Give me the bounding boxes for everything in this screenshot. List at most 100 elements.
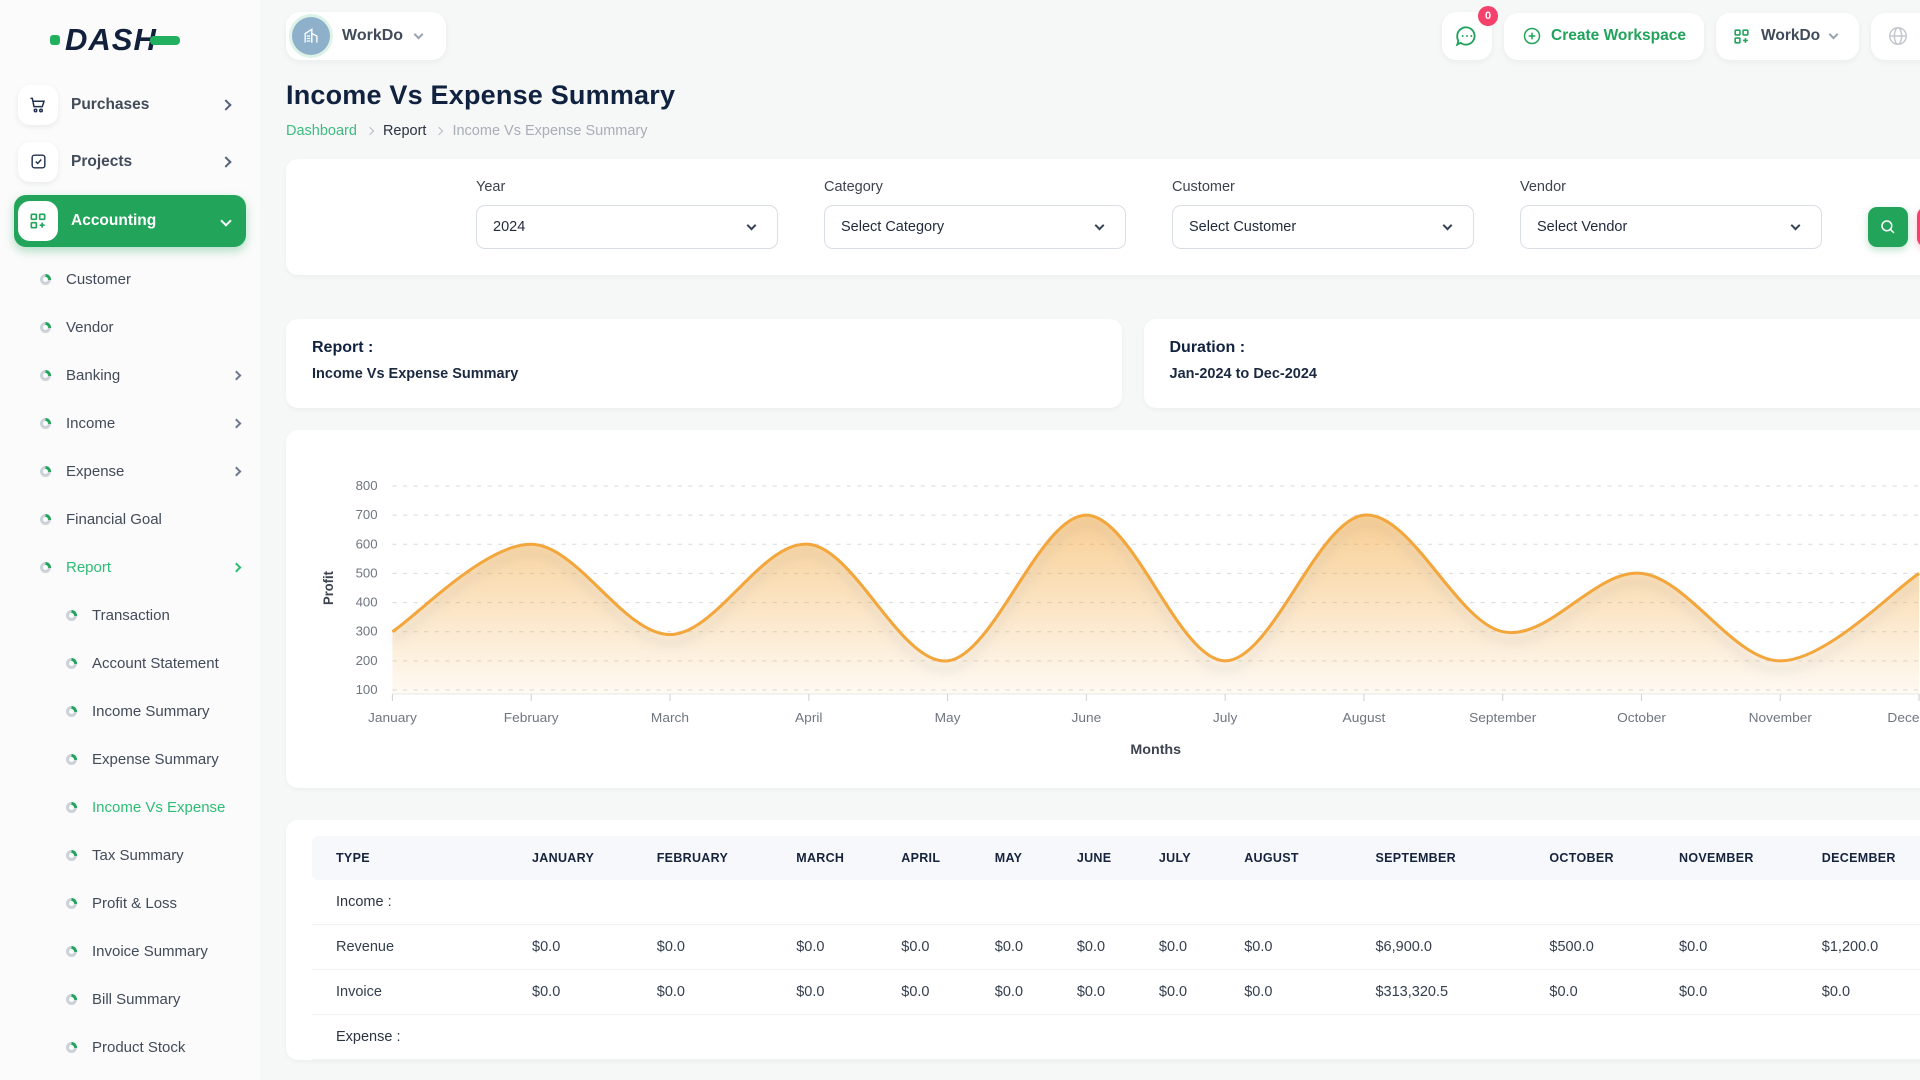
sidebar-item-expense[interactable]: Expense bbox=[14, 447, 246, 495]
table-row: Revenue$0.0$0.0$0.0$0.0$0.0$0.0$0.0$0.0$… bbox=[312, 925, 1920, 970]
bullet-icon bbox=[66, 658, 77, 669]
value-cell: $0.0 bbox=[786, 970, 891, 1015]
sidebar-item-vendor[interactable]: Vendor bbox=[14, 303, 246, 351]
chart-card: 100200300400500600700800JanuaryFebruaryM… bbox=[286, 430, 1920, 788]
chevron-right-icon bbox=[232, 418, 242, 428]
y-tick-label: 100 bbox=[356, 682, 378, 697]
year-select[interactable]: 2024 bbox=[476, 205, 778, 249]
chevron-down-icon bbox=[1829, 29, 1839, 39]
chevron-right-icon bbox=[232, 370, 242, 380]
table-section-label: Expense : bbox=[312, 1015, 1920, 1060]
bullet-icon bbox=[40, 370, 51, 381]
value-cell: $0.0 bbox=[985, 970, 1067, 1015]
cart-icon bbox=[18, 85, 58, 125]
filter-field-vendor: Vendor Select Vendor bbox=[1520, 179, 1822, 249]
sidebar: DASH Purchases Projects Accounting Customer… bbox=[0, 0, 260, 1080]
bullet-icon bbox=[66, 754, 77, 765]
logo-text: DASH bbox=[65, 22, 157, 58]
x-tick-label: October bbox=[1617, 710, 1666, 725]
report-card-title: Report : bbox=[312, 339, 1096, 357]
report-card-value: Income Vs Expense Summary bbox=[312, 366, 1096, 382]
messages-button[interactable]: 0 bbox=[1442, 12, 1492, 60]
sidebar-item-income-vs-expense[interactable]: Income Vs Expense bbox=[14, 783, 246, 831]
sidebar-item-income-summary[interactable]: Income Summary bbox=[14, 687, 246, 735]
sidebar-item-tax-summary[interactable]: Tax Summary bbox=[14, 831, 246, 879]
value-cell: $0.0 bbox=[891, 925, 985, 970]
sidebar-item-label: Projects bbox=[71, 153, 222, 171]
workdo-menu-button[interactable]: WorkDo bbox=[1716, 13, 1859, 60]
apply-filter-button[interactable] bbox=[1868, 207, 1908, 247]
x-tick-label: April bbox=[795, 710, 822, 725]
sidebar-item-transaction[interactable]: Transaction bbox=[14, 591, 246, 639]
bullet-icon bbox=[66, 1042, 77, 1053]
search-icon bbox=[1879, 218, 1897, 236]
duration-card-value: Jan-2024 to Dec-2024 bbox=[1170, 366, 1920, 382]
filter-label: Customer bbox=[1172, 179, 1474, 195]
x-tick-label: January bbox=[368, 710, 417, 725]
sidebar-item-cash-flow[interactable]: Cash Flow bbox=[14, 1071, 246, 1080]
page-header: Income Vs Expense Summary Dashboard Repo… bbox=[286, 80, 1920, 139]
sidebar-item-banking[interactable]: Banking bbox=[14, 351, 246, 399]
app-root: DASH Purchases Projects Accounting Customer… bbox=[0, 0, 1920, 1080]
table-header-row: TYPEJANUARYFEBRUARYMARCHAPRILMAYJUNEJULY… bbox=[312, 836, 1920, 880]
building-icon bbox=[301, 26, 321, 46]
sidebar-item-accounting[interactable]: Accounting bbox=[14, 195, 246, 247]
y-tick-label: 800 bbox=[356, 478, 378, 493]
breadcrumb-dashboard[interactable]: Dashboard bbox=[286, 123, 357, 139]
y-tick-label: 600 bbox=[356, 537, 378, 552]
category-select[interactable]: Select Category bbox=[824, 205, 1126, 249]
bullet-icon bbox=[40, 562, 51, 573]
sidebar-item-report[interactable]: Report bbox=[14, 543, 246, 591]
sidebar-item-financial-goal[interactable]: Financial Goal bbox=[14, 495, 246, 543]
value-cell: $0.0 bbox=[647, 925, 786, 970]
sidebar-item-label: Product Stock bbox=[92, 1039, 246, 1056]
y-tick-label: 500 bbox=[356, 566, 378, 581]
sidebar-item-label: Customer bbox=[66, 271, 246, 288]
sidebar-item-label: Purchases bbox=[71, 96, 222, 114]
value-cell: $500.0 bbox=[1539, 925, 1669, 970]
sidebar-item-label: Expense Summary bbox=[92, 751, 246, 768]
x-tick-label: August bbox=[1343, 710, 1386, 725]
filter-card: Year 2024 CategorySelect Category Customer S… bbox=[286, 159, 1920, 275]
language-selector[interactable]: EN bbox=[1871, 13, 1920, 60]
customer-select[interactable]: Select Customer bbox=[1172, 205, 1474, 249]
chevron-down-icon bbox=[747, 220, 757, 230]
value-cell: $0.0 bbox=[1539, 970, 1669, 1015]
x-tick-label: September bbox=[1469, 710, 1537, 725]
filter-label: Year bbox=[476, 179, 778, 195]
chevron-down-icon bbox=[1791, 220, 1801, 230]
bullet-icon bbox=[66, 850, 77, 861]
filter-label: Vendor bbox=[1520, 179, 1822, 195]
filter-field-category: CategorySelect Category bbox=[824, 179, 1126, 249]
chevron-down-icon bbox=[220, 215, 231, 226]
summary-cards: Report : Income Vs Expense Summary Durat… bbox=[286, 319, 1920, 408]
x-tick-label: May bbox=[935, 710, 961, 725]
sidebar-item-bill-summary[interactable]: Bill Summary bbox=[14, 975, 246, 1023]
breadcrumb-report[interactable]: Report bbox=[383, 123, 427, 139]
vendor-select[interactable]: Select Vendor bbox=[1520, 205, 1822, 249]
sidebar-item-projects[interactable]: Projects bbox=[14, 133, 246, 190]
create-workspace-button[interactable]: Create Workspace bbox=[1504, 13, 1704, 60]
chevron-right-icon bbox=[435, 127, 443, 135]
sidebar-item-product-stock[interactable]: Product Stock bbox=[14, 1023, 246, 1071]
topbar: WorkDo 0 Create Workspace bbox=[286, 0, 1920, 64]
x-tick-label: February bbox=[504, 710, 559, 725]
column-header: SEPTEMBER bbox=[1365, 836, 1539, 880]
workspace-switcher[interactable]: WorkDo bbox=[286, 12, 446, 60]
brand-logo[interactable]: DASH bbox=[50, 22, 246, 58]
sidebar-item-customer[interactable]: Customer bbox=[14, 255, 246, 303]
sidebar-item-invoice-summary[interactable]: Invoice Summary bbox=[14, 927, 246, 975]
sidebar-item-purchases[interactable]: Purchases bbox=[14, 76, 246, 133]
sidebar-item-expense-summary[interactable]: Expense Summary bbox=[14, 735, 246, 783]
duration-summary-card: Duration : Jan-2024 to Dec-2024 bbox=[1144, 319, 1920, 408]
column-header: MARCH bbox=[786, 836, 891, 880]
column-header: JULY bbox=[1149, 836, 1234, 880]
main-area: WorkDo 0 Create Workspace bbox=[260, 0, 1920, 1080]
sidebar-item-account-statement[interactable]: Account Statement bbox=[14, 639, 246, 687]
x-tick-label: December bbox=[1887, 710, 1920, 725]
globe-icon bbox=[1887, 25, 1909, 47]
table-row: Invoice$0.0$0.0$0.0$0.0$0.0$0.0$0.0$0.0$… bbox=[312, 970, 1920, 1015]
sidebar-item-income[interactable]: Income bbox=[14, 399, 246, 447]
bullet-icon bbox=[66, 946, 77, 957]
sidebar-item-profit-loss[interactable]: Profit & Loss bbox=[14, 879, 246, 927]
